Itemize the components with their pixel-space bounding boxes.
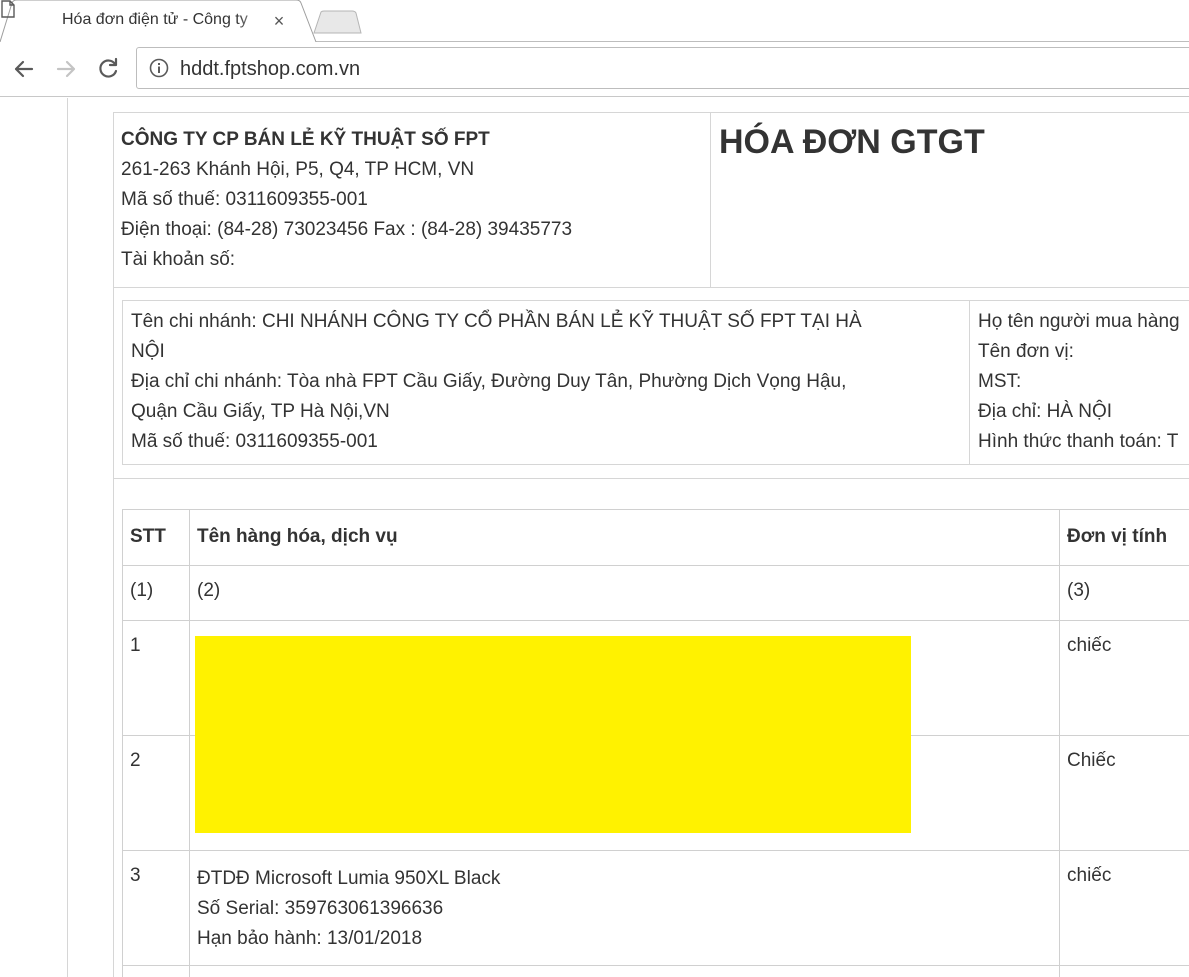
seller-account: Tài khoản số: [121,249,236,270]
address-bar[interactable]: hddt.fptshop.com.vn [136,47,1189,89]
column-number: (2) [189,565,1060,621]
row-unit [1059,965,1189,977]
branch-address-cont: Quận Cầu Giấy, TP Hà Nội,VN [131,401,390,422]
tab-strip: Hóa đơn điện tử - Công ty × [0,0,1189,43]
product-name: ĐTDĐ Microsoft Lumia 950XL Black [197,868,501,889]
branch-name-cont: NỘI [131,341,165,362]
close-icon[interactable]: × [270,12,288,30]
row-stt: 3 [122,850,190,966]
column-number: (1) [122,565,190,621]
info-icon[interactable] [149,58,169,78]
seller-address: 261-263 Khánh Hội, P5, Q4, TP HCM, VN [121,159,475,180]
table-header-row: STT Tên hàng hóa, dịch vụ Đơn vị tính [122,509,1189,566]
branch-buyer-info: Tên chi nhánh: CHI NHÁNH CÔNG TY CỔ PHẦN… [122,300,1189,465]
header-name: Tên hàng hóa, dịch vụ [189,509,1060,566]
buyer-address: Địa chỉ: HÀ NỘI [978,401,1113,422]
buyer-tax: MST: [978,371,1022,392]
row-stt: 2 [122,735,190,851]
row-unit: Chiếc [1059,735,1189,851]
invoice-header: CÔNG TY CP BÁN LẺ KỸ THUẬT SỐ FPT 261-26… [113,112,1189,288]
branch-tax-code: Mã số thuế: 0311609355-001 [131,431,378,452]
product-serial: Số Serial: 359763061396636 [197,898,444,919]
header-stt: STT [122,509,190,566]
back-arrow-icon[interactable] [10,55,38,83]
row-unit: chiếc [1059,850,1189,966]
row-description: ĐTDĐ Microsoft Lumia 950XL Black Số Seri… [189,850,1060,966]
branch-info: Tên chi nhánh: CHI NHÁNH CÔNG TY CỔ PHẦN… [123,301,970,464]
product-warranty: Hạn bảo hành: 13/01/2018 [197,928,423,949]
column-number-row: (1) (2) (3) [122,565,1189,621]
new-tab-button[interactable] [312,10,362,34]
seller-tax-code: Mã số thuế: 0311609355-001 [121,189,368,210]
document-icon [1,0,15,18]
row-stt: 1 [122,620,190,736]
table-row: 3 ĐTDĐ Microsoft Lumia 950XL Black Số Se… [122,850,1189,966]
invoice-title: HÓA ĐƠN GTGT [719,123,985,161]
tab-hoa-don[interactable]: Hóa đơn điện tử - Công ty × [0,0,318,43]
table-row [122,965,1189,977]
row-description [189,965,1060,977]
browser-toolbar: hddt.fptshop.com.vn [0,42,1189,97]
seller-name: CÔNG TY CP BÁN LẺ KỸ THUẬT SỐ FPT [121,129,490,150]
section-divider [113,478,1189,479]
tab-title: Hóa đơn điện tử - Công ty [62,11,248,28]
invoice-page: CÔNG TY CP BÁN LẺ KỸ THUẬT SỐ FPT 261-26… [0,98,1189,977]
row-stt [122,965,190,977]
url-text[interactable]: hddt.fptshop.com.vn [180,58,360,81]
row-unit: chiếc [1059,620,1189,736]
page-border-left [67,98,68,977]
buyer-name: Họ tên người mua hàng [978,311,1180,332]
branch-address: Địa chỉ chi nhánh: Tòa nhà FPT Cầu Giấy,… [131,371,847,392]
seller-phone-fax: Điện thoại: (84-28) 73023456 Fax : (84-2… [121,219,573,240]
reload-icon[interactable] [94,55,122,83]
buyer-unit: Tên đơn vị: [978,341,1074,362]
column-number: (3) [1059,565,1189,621]
header-unit: Đơn vị tính [1059,509,1189,566]
forward-arrow-icon[interactable] [52,55,80,83]
buyer-payment: Hình thức thanh toán: T [978,431,1179,452]
redaction-box [195,636,911,833]
branch-name: Tên chi nhánh: CHI NHÁNH CÔNG TY CỔ PHẦN… [131,311,862,332]
seller-info: CÔNG TY CP BÁN LẺ KỸ THUẬT SỐ FPT 261-26… [113,113,711,288]
